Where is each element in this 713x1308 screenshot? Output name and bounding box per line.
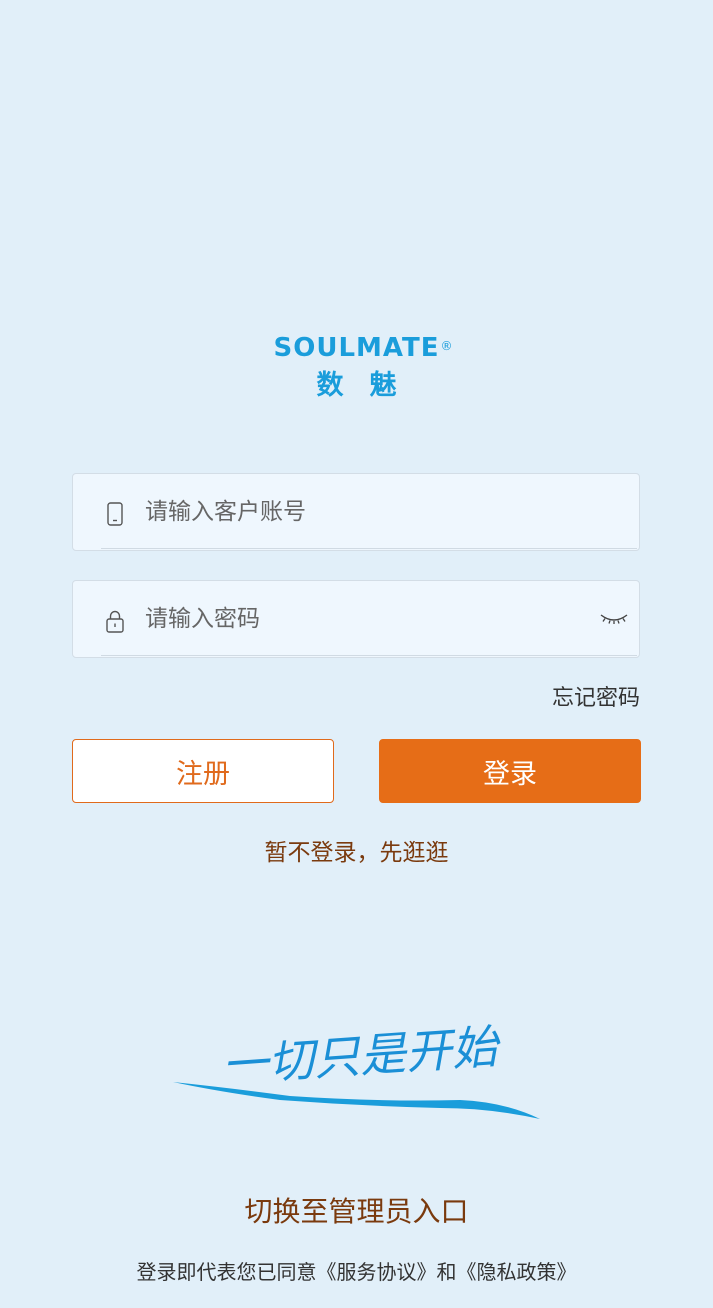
- agreement-prefix: 登录即代表您已同意: [136, 1260, 317, 1284]
- service-agreement-link[interactable]: 《服务协议》: [317, 1260, 437, 1284]
- eye-closed-icon[interactable]: [599, 609, 629, 629]
- privacy-policy-link[interactable]: 《隐私政策》: [457, 1260, 577, 1284]
- forgot-password-link[interactable]: 忘记密码: [552, 684, 640, 714]
- switch-admin-link[interactable]: 切换至管理员入口: [244, 1195, 468, 1228]
- lock-icon: [106, 610, 124, 633]
- account-input[interactable]: [145, 474, 545, 550]
- login-button[interactable]: 登录: [379, 739, 641, 803]
- agreement-notice: 登录即代表您已同意《服务协议》和《隐私政策》: [0, 1257, 713, 1287]
- register-button[interactable]: 注册: [72, 739, 334, 803]
- account-underline: [101, 548, 637, 549]
- browse-as-guest: 暂不登录，先逛逛: [0, 837, 713, 869]
- password-field[interactable]: [72, 580, 640, 658]
- logo-brand-en: SOULMATE: [273, 333, 440, 363]
- switch-admin: 切换至管理员入口: [0, 1192, 713, 1232]
- slogan-text: 一切只是开始: [220, 1019, 503, 1092]
- login-page: SOULMATE ® 数魅 忘记密码 注册 登录: [0, 0, 713, 1308]
- password-underline: [101, 655, 637, 656]
- browse-as-guest-link[interactable]: 暂不登录，先逛逛: [265, 840, 449, 866]
- agreement-and: 和: [436, 1260, 457, 1284]
- logo-brand-cn: 数魅: [316, 370, 423, 401]
- slogan-graphic: 一切只是开始: [173, 1019, 540, 1119]
- account-field[interactable]: [72, 473, 640, 551]
- phone-icon: [107, 502, 123, 526]
- registered-mark: ®: [440, 339, 454, 353]
- brand-logo: SOULMATE ® 数魅: [0, 330, 713, 404]
- password-input[interactable]: [145, 581, 545, 657]
